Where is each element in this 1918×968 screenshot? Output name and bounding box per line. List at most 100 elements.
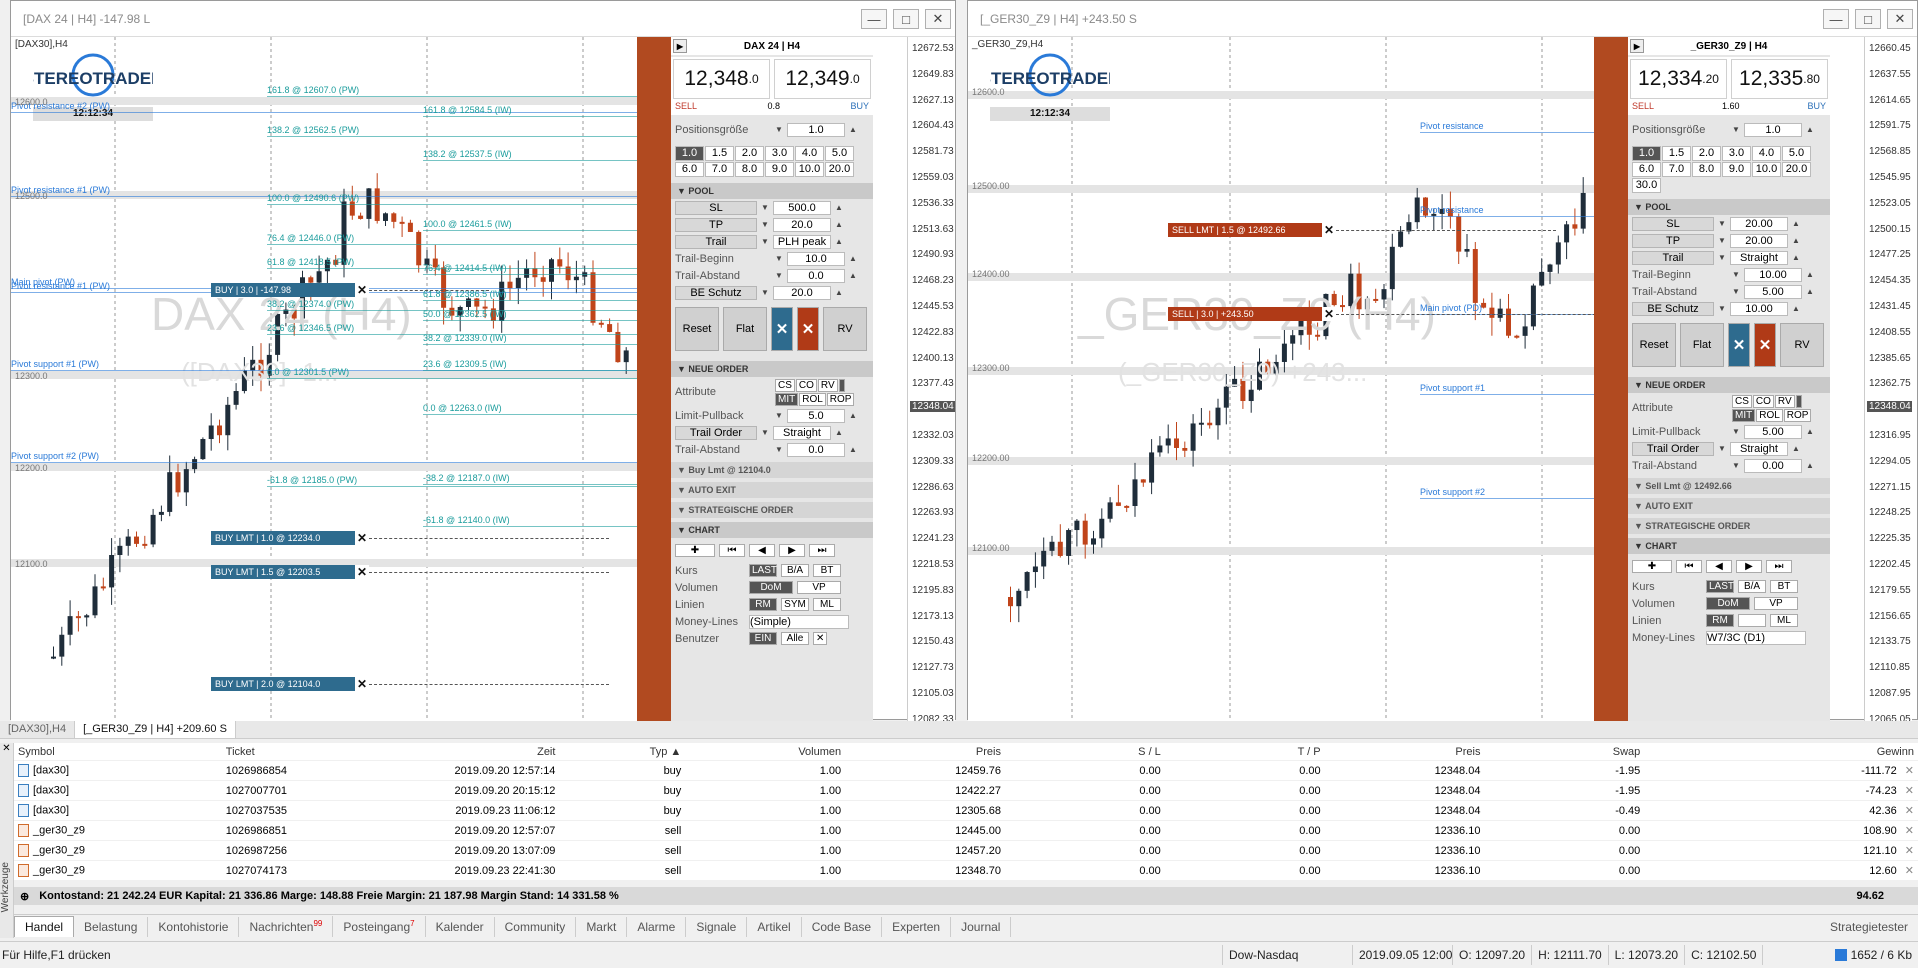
left-reset-button[interactable]: Reset <box>675 307 719 351</box>
terminal-tab-journal[interactable]: Journal <box>951 916 1012 937</box>
right-break-even-button[interactable]: BE Schutz <box>1632 301 1714 316</box>
close-position-icon[interactable]: ✕ <box>1905 785 1914 797</box>
right-attribute-tag[interactable]: ROL <box>1756 408 1783 422</box>
left-size-option[interactable]: 1.5 <box>705 146 734 161</box>
table-row[interactable]: _ger30_z9 1027074173 2019.09.23 22:41:30 se… <box>14 861 1918 881</box>
terminal-tab-experten[interactable]: Experten <box>882 916 952 937</box>
close-position-icon[interactable]: ✕ <box>1905 845 1914 857</box>
right-attribute-tag[interactable]: MIT <box>1732 408 1756 422</box>
right-trail-distance-decrease-icon[interactable]: ▼ <box>1732 287 1740 296</box>
left-nav-icon[interactable]: ⏮ <box>719 543 745 557</box>
left-user-option[interactable]: EIN <box>749 632 777 645</box>
right-volume-option[interactable]: DoM <box>1706 597 1750 610</box>
right-size-option[interactable]: 2.0 <box>1692 146 1721 161</box>
right-nav-icon[interactable]: ◀ <box>1706 559 1732 573</box>
left-auto-exit-section[interactable]: ▼ AUTO EXIT <box>671 482 873 498</box>
column-header[interactable]: Preis <box>1325 746 1485 758</box>
right-price-type-option[interactable]: BT <box>1770 580 1798 593</box>
right-sl-increase-icon[interactable]: ▲ <box>1792 219 1800 228</box>
minimize-icon[interactable]: — <box>1823 9 1849 29</box>
right-trail-order-input[interactable]: Straight <box>1730 441 1788 456</box>
left-position-size-decrease-icon[interactable]: ▼ <box>775 125 783 134</box>
right-trail-button[interactable]: Trail <box>1632 250 1714 265</box>
terminal-tab-community[interactable]: Community <box>495 916 577 937</box>
right-pool-section[interactable]: ▼ POOL <box>1628 199 1830 215</box>
left-size-option[interactable]: 8.0 <box>735 162 764 177</box>
right-tp-button[interactable]: TP <box>1632 233 1714 248</box>
left-limit-pullback-increase-icon[interactable]: ▲ <box>849 411 857 420</box>
left-size-option[interactable]: 2.0 <box>735 146 764 161</box>
left-panel-play-icon[interactable]: ▶ <box>673 39 687 53</box>
right-reset-button[interactable]: Reset <box>1632 323 1676 367</box>
chart-tab-dax[interactable]: [DAX30],H4 <box>0 721 76 738</box>
right-chart-section[interactable]: ▼ CHART <box>1628 538 1830 554</box>
left-trail-begin-input[interactable]: 10.0 <box>787 251 845 266</box>
terminal-tab-alarme[interactable]: Alarme <box>627 916 687 937</box>
column-header[interactable]: Gewinn <box>1644 746 1918 758</box>
left-trail-button[interactable]: Trail <box>675 234 757 249</box>
column-header[interactable]: Volumen <box>685 746 845 758</box>
table-row[interactable]: [dax30] 1026986854 2019.09.20 12:57:14 buy 1… <box>14 761 1918 781</box>
table-row[interactable]: _ger30_z9 1026987256 2019.09.20 13:07:09 se… <box>14 841 1918 861</box>
right-trail-order-increase-icon[interactable]: ▲ <box>1792 444 1800 453</box>
summary-expand-icon[interactable]: ⊕ <box>20 890 29 903</box>
left-trail-begin-decrease-icon[interactable]: ▼ <box>775 254 783 263</box>
right-size-option[interactable]: 5.0 <box>1782 146 1811 161</box>
left-break-even-input[interactable]: 20.0 <box>773 285 831 300</box>
right-tp-decrease-icon[interactable]: ▼ <box>1718 236 1726 245</box>
left-trail-distance-order-increase-icon[interactable]: ▲ <box>849 445 857 454</box>
left-break-even-increase-icon[interactable]: ▲ <box>835 288 843 297</box>
right-size-option[interactable]: 10.0 <box>1752 162 1781 177</box>
column-header[interactable]: Swap <box>1484 746 1644 758</box>
right-pending-order-section[interactable]: ▼ Sell Lmt @ 12492.66 <box>1628 478 1830 494</box>
left-chart-window[interactable]: [DAX 24 | H4] -147.98 L — □ ✕ [DAX30],H4… <box>10 0 956 721</box>
terminal-tab-code-base[interactable]: Code Base <box>802 916 883 937</box>
right-chart-window[interactable]: [_GER30_Z9 | H4] +243.50 S — □ ✕ _GER30_… <box>967 0 1918 721</box>
right-order-bar[interactable]: SELL | 3.0 | +243.50 ✕ <box>1168 307 1627 321</box>
right-trail-distance-order-input[interactable]: 0.00 <box>1744 458 1802 473</box>
left-order-close-icon[interactable]: ✕ <box>355 565 370 579</box>
right-limit-pullback-input[interactable]: 5.00 <box>1744 424 1802 439</box>
left-lines-option[interactable]: ML <box>813 598 841 611</box>
left-sl-input[interactable]: 500.0 <box>773 200 831 215</box>
right-trail-increase-icon[interactable]: ▲ <box>1792 253 1800 262</box>
maximize-icon[interactable]: □ <box>893 9 919 29</box>
terminal-tab-posteingang[interactable]: Posteingang7 <box>333 916 426 937</box>
right-break-even-increase-icon[interactable]: ▲ <box>1792 304 1800 313</box>
right-nav-icon[interactable]: ⏮ <box>1676 559 1702 573</box>
right-attribute-tag[interactable]: ROP <box>1783 408 1812 422</box>
left-nav-icon[interactable]: ▶ <box>779 543 805 557</box>
strategy-tester-tab[interactable]: Strategietester <box>1820 917 1918 937</box>
right-attribute-tag[interactable]: RV <box>1774 394 1795 408</box>
right-nav-icon[interactable]: ▶ <box>1736 559 1762 573</box>
table-row[interactable]: _ger30_z9 1026986851 2019.09.20 12:57:07 se… <box>14 821 1918 841</box>
left-price-type-option[interactable]: BT <box>813 564 841 577</box>
left-attribute-tag[interactable]: CO <box>795 378 817 392</box>
left-pool-section[interactable]: ▼ POOL <box>671 183 873 199</box>
left-order-bar[interactable]: BUY LMT | 1.5 @ 12203.5 ✕ <box>211 565 610 579</box>
right-size-option[interactable]: 8.0 <box>1692 162 1721 177</box>
right-attribute-tag[interactable] <box>1795 394 1802 408</box>
right-position-size-increase-icon[interactable]: ▲ <box>1806 125 1814 134</box>
left-tp-input[interactable]: 20.0 <box>773 217 831 232</box>
left-order-bar[interactable]: BUY | 3.0 | -147.98 ✕ <box>211 283 490 297</box>
left-trail-distance-input[interactable]: 0.0 <box>787 268 845 283</box>
column-header[interactable]: Zeit <box>392 746 560 758</box>
left-trail-distance-decrease-icon[interactable]: ▼ <box>775 271 783 280</box>
left-position-size-input[interactable]: 1.0 <box>787 122 845 137</box>
left-tp-increase-icon[interactable]: ▲ <box>835 220 843 229</box>
close-icon[interactable]: ✕ <box>1887 9 1913 29</box>
terminal-tab-artikel[interactable]: Artikel <box>747 916 802 937</box>
right-lines-option[interactable] <box>1738 614 1766 627</box>
right-sl-input[interactable]: 20.00 <box>1730 216 1788 231</box>
left-size-option[interactable]: 7.0 <box>705 162 734 177</box>
right-tp-increase-icon[interactable]: ▲ <box>1792 236 1800 245</box>
right-new-order-section[interactable]: ▼ NEUE ORDER <box>1628 377 1830 393</box>
toolbox-close-icon[interactable]: ✕ <box>0 743 13 754</box>
left-limit-pullback-decrease-icon[interactable]: ▼ <box>775 411 783 420</box>
right-strategic-order-section[interactable]: ▼ STRATEGISCHE ORDER <box>1628 518 1830 534</box>
left-trail-input[interactable]: PLH peak <box>773 234 831 249</box>
right-flat-button[interactable]: Flat <box>1680 323 1724 367</box>
right-trail-decrease-icon[interactable]: ▼ <box>1718 253 1726 262</box>
terminal-tab-nachrichten[interactable]: Nachrichten99 <box>239 916 334 937</box>
